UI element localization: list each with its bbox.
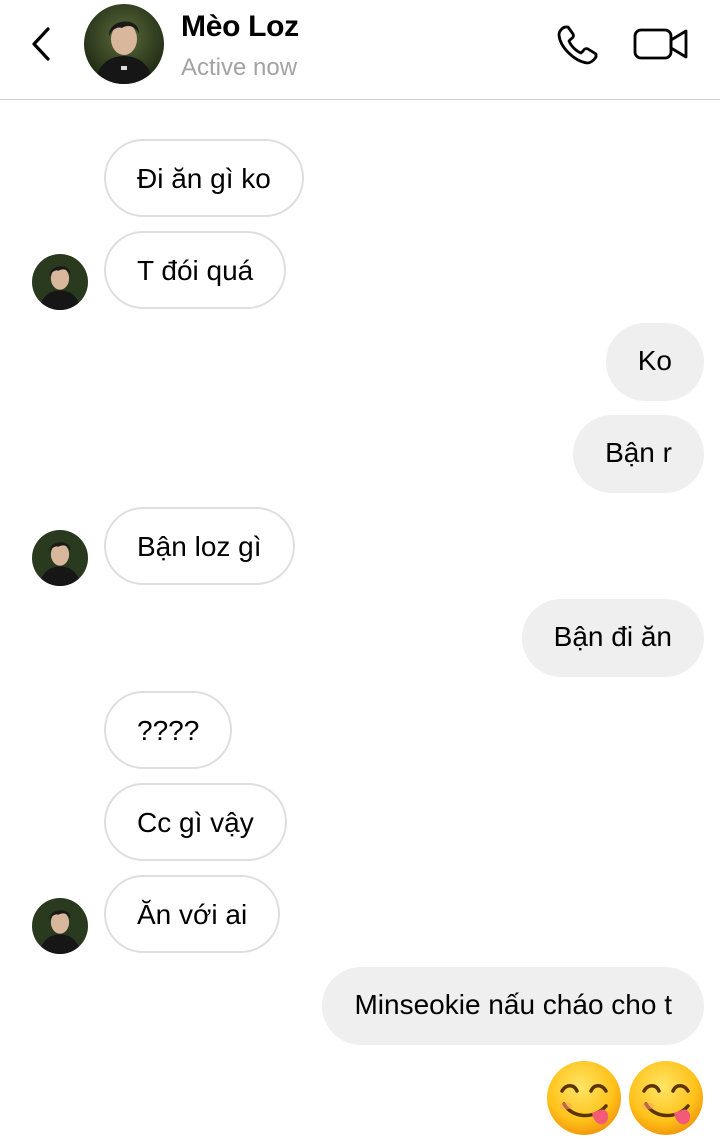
chevron-left-icon xyxy=(32,27,50,61)
phone-icon xyxy=(557,25,598,65)
chat-header: Mèo Loz Active now xyxy=(0,0,720,100)
incoming-message-bubble[interactable]: Cc gì vậy xyxy=(104,783,287,861)
outgoing-message-bubble[interactable]: Bận đi ăn xyxy=(521,599,704,677)
outgoing-message-bubble[interactable]: Bận r xyxy=(573,415,704,493)
face-savoring-food-emoji xyxy=(544,1058,624,1138)
incoming-message-bubble[interactable]: Đi ăn gì ko xyxy=(104,139,304,217)
back-button[interactable] xyxy=(26,24,58,64)
outgoing-message-bubble[interactable]: Ko xyxy=(605,323,704,401)
avatar-photo xyxy=(84,4,164,84)
incoming-message-bubble[interactable]: Bận loz gì xyxy=(104,507,295,585)
outgoing-message-bubble[interactable]: Minseokie nấu cháo cho t xyxy=(322,967,704,1045)
voice-call-button[interactable] xyxy=(554,22,604,68)
incoming-message-bubble[interactable]: T đói quá xyxy=(104,231,287,309)
avatar-photo xyxy=(32,898,88,954)
video-call-button[interactable] xyxy=(632,22,690,66)
active-status: Active now xyxy=(181,54,298,81)
contact-avatar[interactable] xyxy=(84,4,164,84)
face-savoring-food-emoji xyxy=(626,1058,706,1138)
incoming-message-bubble[interactable]: ???? xyxy=(104,691,233,769)
emoji-message[interactable] xyxy=(540,1058,710,1138)
video-camera-icon xyxy=(633,28,688,60)
avatar-photo xyxy=(32,254,88,310)
contact-message-avatar[interactable] xyxy=(32,530,88,586)
incoming-message-bubble[interactable]: Ăn với ai xyxy=(104,875,281,953)
avatar-photo xyxy=(32,530,88,586)
contact-message-avatar[interactable] xyxy=(32,898,88,954)
contact-message-avatar[interactable] xyxy=(32,254,88,310)
contact-name[interactable]: Mèo Loz xyxy=(181,10,299,44)
